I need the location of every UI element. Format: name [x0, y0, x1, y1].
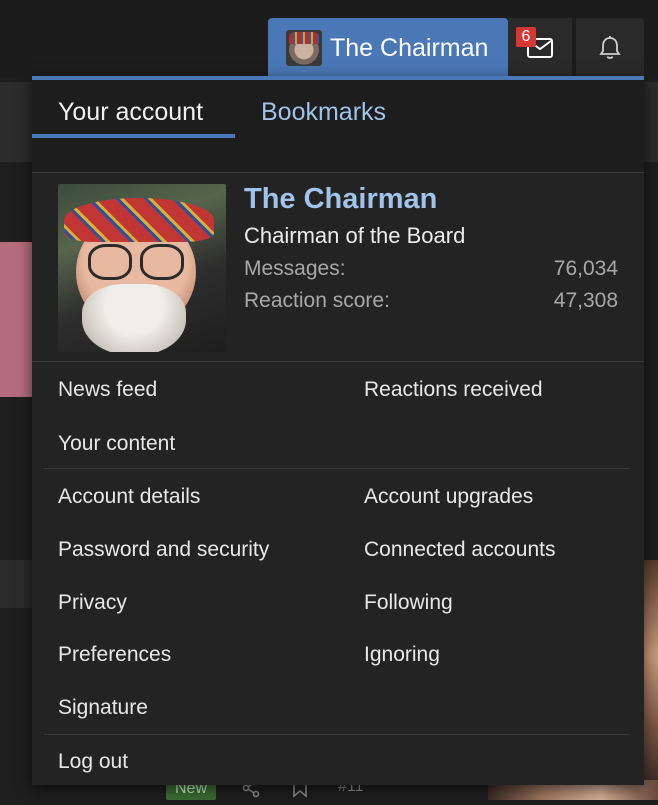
stat-label: Reaction score: [244, 289, 390, 312]
password-security-link[interactable]: Password and security [58, 538, 269, 562]
background-thumbnail [0, 242, 34, 397]
account-details-link[interactable]: Account details [58, 485, 200, 509]
signature-link[interactable]: Signature [58, 696, 148, 720]
following-link[interactable]: Following [364, 591, 453, 615]
divider [44, 734, 630, 735]
account-upgrades-link[interactable]: Account upgrades [364, 485, 533, 509]
log-out-link[interactable]: Log out [58, 750, 128, 774]
reaction-score-stat: Reaction score: 47,308 [244, 289, 618, 313]
tab-bookmarks[interactable]: Bookmarks [261, 98, 386, 127]
active-tab-indicator [32, 134, 235, 138]
divider [44, 468, 630, 469]
header-username: The Chairman [330, 33, 489, 62]
background-photo [644, 560, 658, 800]
stat-value: 47,308 [553, 289, 618, 312]
user-title: Chairman of the Board [244, 223, 466, 248]
conversations-button[interactable]: 6 [508, 18, 572, 78]
profile-username[interactable]: The Chairman [244, 183, 437, 216]
reactions-received-link[interactable]: Reactions received [364, 378, 543, 402]
profile-avatar[interactable] [58, 184, 226, 352]
ignoring-link[interactable]: Ignoring [364, 643, 440, 667]
avatar [286, 30, 322, 66]
dropdown-tabs: Your account Bookmarks [32, 80, 644, 173]
your-content-link[interactable]: Your content [58, 432, 175, 456]
preferences-link[interactable]: Preferences [58, 643, 171, 667]
messages-stat: Messages: 76,034 [244, 257, 618, 281]
news-feed-link[interactable]: News feed [58, 378, 157, 402]
stat-label: Messages: [244, 257, 346, 280]
connected-accounts-link[interactable]: Connected accounts [364, 538, 555, 562]
account-dropdown: Your account Bookmarks The Chairman Chai… [32, 76, 644, 785]
tab-your-account[interactable]: Your account [58, 98, 203, 127]
account-menu-trigger[interactable]: The Chairman [268, 18, 508, 78]
bell-icon [599, 36, 621, 59]
privacy-link[interactable]: Privacy [58, 591, 127, 615]
unread-messages-badge: 6 [516, 27, 536, 47]
profile-summary: The Chairman Chairman of the Board Messa… [32, 173, 644, 362]
background-strip [0, 560, 34, 608]
alerts-button[interactable] [576, 18, 644, 78]
stat-value: 76,034 [553, 257, 618, 280]
